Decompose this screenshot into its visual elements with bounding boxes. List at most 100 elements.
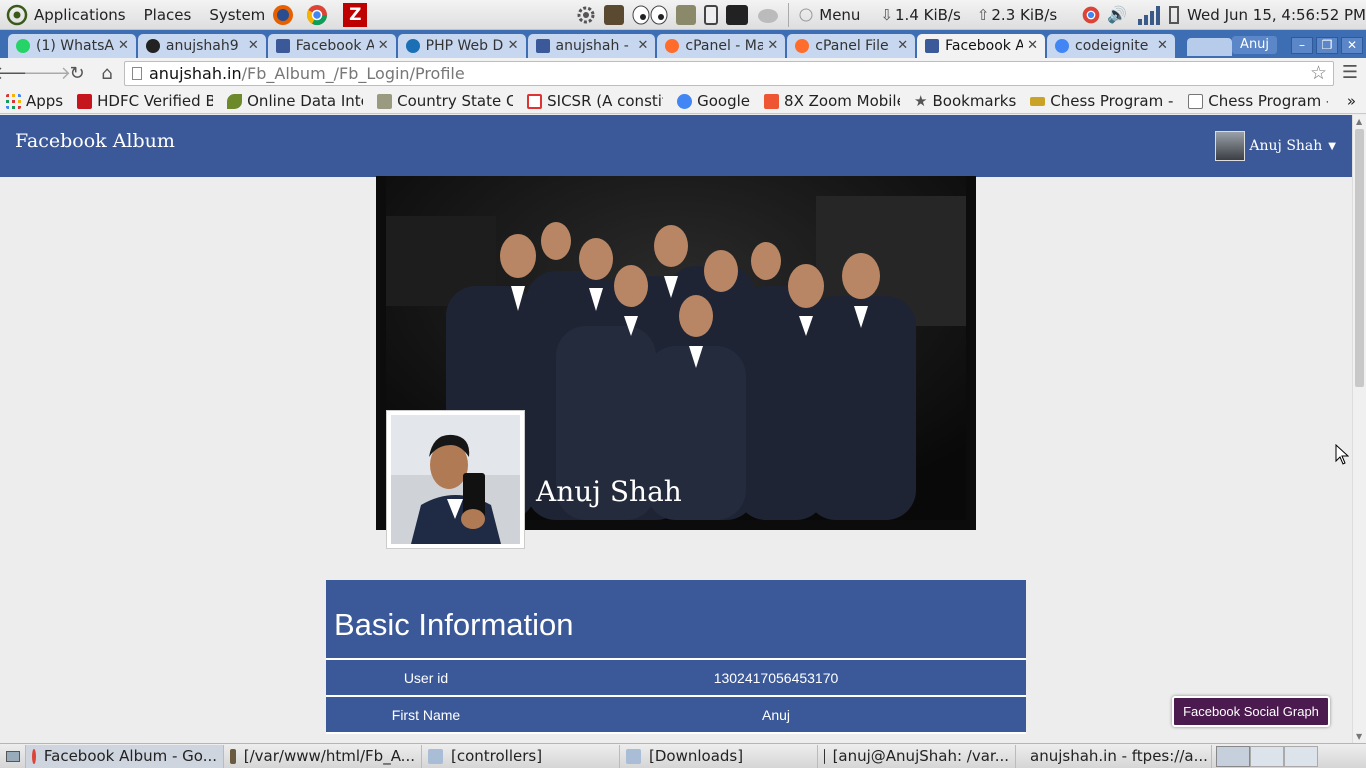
bookmark-bookmarks[interactable]: ★ Bookmarks — [914, 92, 1016, 110]
tab-codeigniter[interactable]: codeignite ✕ — [1047, 34, 1175, 58]
page-scrollbar[interactable]: ▲ ▼ — [1352, 115, 1366, 743]
tab-facebook-album-active[interactable]: Facebook A ✕ — [917, 34, 1045, 58]
tab-title: anujshah - — [555, 38, 629, 54]
taskbar-item-filezilla[interactable]: anujshah.in - ftpes://a... — [1016, 744, 1212, 768]
scroll-up-icon[interactable]: ▲ — [1356, 117, 1362, 126]
taskbar-item-downloads[interactable]: [Downloads] — [620, 744, 818, 768]
show-desktop-icon[interactable] — [0, 744, 26, 768]
tray-menu[interactable]: Menu — [819, 6, 860, 24]
tab-cpanel-files[interactable]: cPanel File ✕ — [787, 34, 916, 58]
bookmark-online-data[interactable]: Online Data Inter — [227, 92, 363, 110]
settings-gear-icon[interactable] — [576, 5, 596, 25]
tab-facebook-album[interactable]: Facebook A ✕ — [267, 34, 396, 58]
window-controls: Anuj – ❐ ✕ — [1232, 36, 1366, 54]
taskbar-item-label: [anuj@AnujShah: /var... — [832, 747, 1009, 765]
chrome-tray-icon[interactable] — [1081, 5, 1101, 25]
text-editor-icon[interactable] — [604, 4, 625, 25]
bookmark-star-icon[interactable]: ☆ — [1310, 62, 1327, 84]
basic-info-panel: Basic Information User id 13024170564531… — [326, 580, 1026, 734]
profile-picture[interactable] — [386, 410, 525, 549]
bookmark-chess-1[interactable]: Chess Program - — [1030, 92, 1174, 110]
table-row: First Name Anuj — [326, 697, 1026, 734]
filezilla-icon[interactable]: Z — [343, 2, 368, 27]
social-graph-button[interactable]: Facebook Social Graph — [1172, 696, 1330, 727]
close-tab-icon[interactable]: ✕ — [378, 38, 389, 53]
taskbar: Facebook Album - Go... [/var/www/html/Fb… — [0, 743, 1366, 768]
terminal-icon[interactable] — [726, 4, 749, 25]
close-tab-icon[interactable]: ✕ — [1027, 38, 1038, 53]
nav-user-name: Anuj Shah — [1249, 138, 1323, 154]
taskbar-item-editor[interactable]: [/var/www/html/Fb_A... — [224, 744, 422, 768]
reload-icon[interactable]: ↻ — [64, 61, 90, 87]
applications-menu[interactable]: Applications — [34, 6, 126, 24]
address-bar[interactable]: anujshah.in/Fb_Album_/Fb_Login/Profile ☆ — [124, 61, 1334, 86]
tab-php-web[interactable]: PHP Web D ✕ — [397, 34, 526, 58]
bookmark-label: Country State Cit — [397, 92, 514, 110]
bookmark-chess-2[interactable]: Chess Program - — [1188, 92, 1328, 110]
close-tab-icon[interactable]: ✕ — [767, 38, 778, 53]
clock[interactable]: Wed Jun 15, 4:56:52 PM — [1187, 6, 1366, 24]
maximize-button[interactable]: ❐ — [1316, 36, 1339, 54]
chess-icon — [1030, 96, 1046, 106]
signal-bars-icon[interactable] — [1137, 5, 1161, 25]
editor-icon — [230, 748, 236, 764]
bookmarks-overflow-button[interactable]: » — [1347, 92, 1356, 110]
close-tab-icon[interactable]: ✕ — [118, 38, 129, 53]
scroll-down-icon[interactable]: ▼ — [1356, 732, 1362, 741]
monitor-icon[interactable] — [676, 4, 697, 25]
taskbar-item-terminal[interactable]: [anuj@AnujShah: /var... — [818, 744, 1016, 768]
bookmark-country-state[interactable]: Country State Cit — [377, 92, 513, 110]
chrome-icon[interactable] — [305, 3, 329, 27]
system-tray: Menu ⇩ 1.4 KiB/s ⇧ 2.3 KiB/s 🔊 Wed Jun 1… — [576, 2, 1366, 27]
bookmark-8x-zoom[interactable]: 8X Zoom Mobile — [764, 92, 900, 110]
tab-cpanel-main[interactable]: cPanel - Ma ✕ — [657, 34, 786, 58]
taskbar-item-facebook-album[interactable]: Facebook Album - Go... — [26, 744, 224, 768]
close-tab-icon[interactable]: ✕ — [637, 38, 648, 53]
distro-logo-icon[interactable] — [6, 4, 28, 26]
folder-icon — [626, 748, 641, 764]
tab-anujshah-facebook[interactable]: anujshah - ✕ — [527, 34, 656, 58]
bookmarks-bar: Apps HDFC Verified By Online Data Inter … — [0, 89, 1366, 114]
new-tab-button[interactable] — [1186, 38, 1233, 56]
bookmark-label: Online Data Inter — [247, 92, 363, 110]
tab-title: (1) WhatsA — [36, 38, 114, 54]
workspace-2[interactable] — [1250, 745, 1284, 767]
battery-icon[interactable] — [1169, 5, 1180, 24]
taskbar-item-controllers[interactable]: [controllers] — [422, 744, 620, 768]
volume-icon[interactable]: 🔊 — [1107, 5, 1127, 24]
workspace-switcher[interactable] — [1216, 745, 1250, 767]
close-tab-icon[interactable]: ✕ — [897, 38, 908, 53]
close-tab-icon[interactable]: ✕ — [248, 38, 259, 53]
bookmark-hdfc[interactable]: HDFC Verified By — [77, 92, 213, 110]
taskbar-item-label: anujshah.in - ftpes://a... — [1030, 747, 1208, 765]
cpanel-icon — [665, 39, 680, 53]
system-menu[interactable]: System — [209, 6, 265, 24]
bookmark-sicsr[interactable]: SICSR (A constitu — [527, 92, 663, 110]
tab-github[interactable]: anujshah9 ✕ — [137, 34, 266, 58]
bookmark-apps[interactable]: Apps — [6, 92, 63, 110]
web-page: Facebook Album Anuj Shah ▼ Anuj Shah Bas… — [0, 115, 1352, 743]
close-tab-icon[interactable]: ✕ — [1157, 38, 1168, 53]
places-menu[interactable]: Places — [144, 6, 192, 24]
forward-arrow-icon[interactable]: 🡒 — [23, 61, 71, 87]
net-down-speed: 1.4 KiB/s — [895, 5, 961, 24]
scroll-thumb[interactable] — [1355, 129, 1364, 387]
url-host: anujshah.in — [149, 64, 242, 83]
tab-title: codeignite — [1075, 38, 1149, 54]
caret-down-icon: ▼ — [1328, 140, 1336, 152]
user-dropdown[interactable]: Anuj Shah ▼ — [1215, 131, 1336, 161]
chrome-menu-icon[interactable]: ☰ — [1342, 62, 1358, 83]
brand-link[interactable]: Facebook Album — [15, 130, 175, 152]
close-window-button[interactable]: ✕ — [1341, 36, 1364, 54]
profile-user-button[interactable]: Anuj — [1232, 36, 1278, 54]
phone-icon[interactable] — [704, 4, 719, 25]
firefox-icon[interactable] — [271, 3, 295, 27]
tab-title: anujshah9 — [165, 38, 239, 54]
close-tab-icon[interactable]: ✕ — [508, 38, 519, 53]
bookmark-google[interactable]: Google — [677, 92, 750, 110]
workspace-3[interactable] — [1284, 745, 1318, 767]
minimize-button[interactable]: – — [1291, 36, 1314, 54]
tab-whatsapp[interactable]: (1) WhatsA ✕ — [8, 34, 136, 58]
home-icon[interactable]: ⌂ — [94, 61, 120, 87]
tab-strip: (1) WhatsA ✕ anujshah9 ✕ Facebook A ✕ PHP W… — [0, 30, 1366, 58]
